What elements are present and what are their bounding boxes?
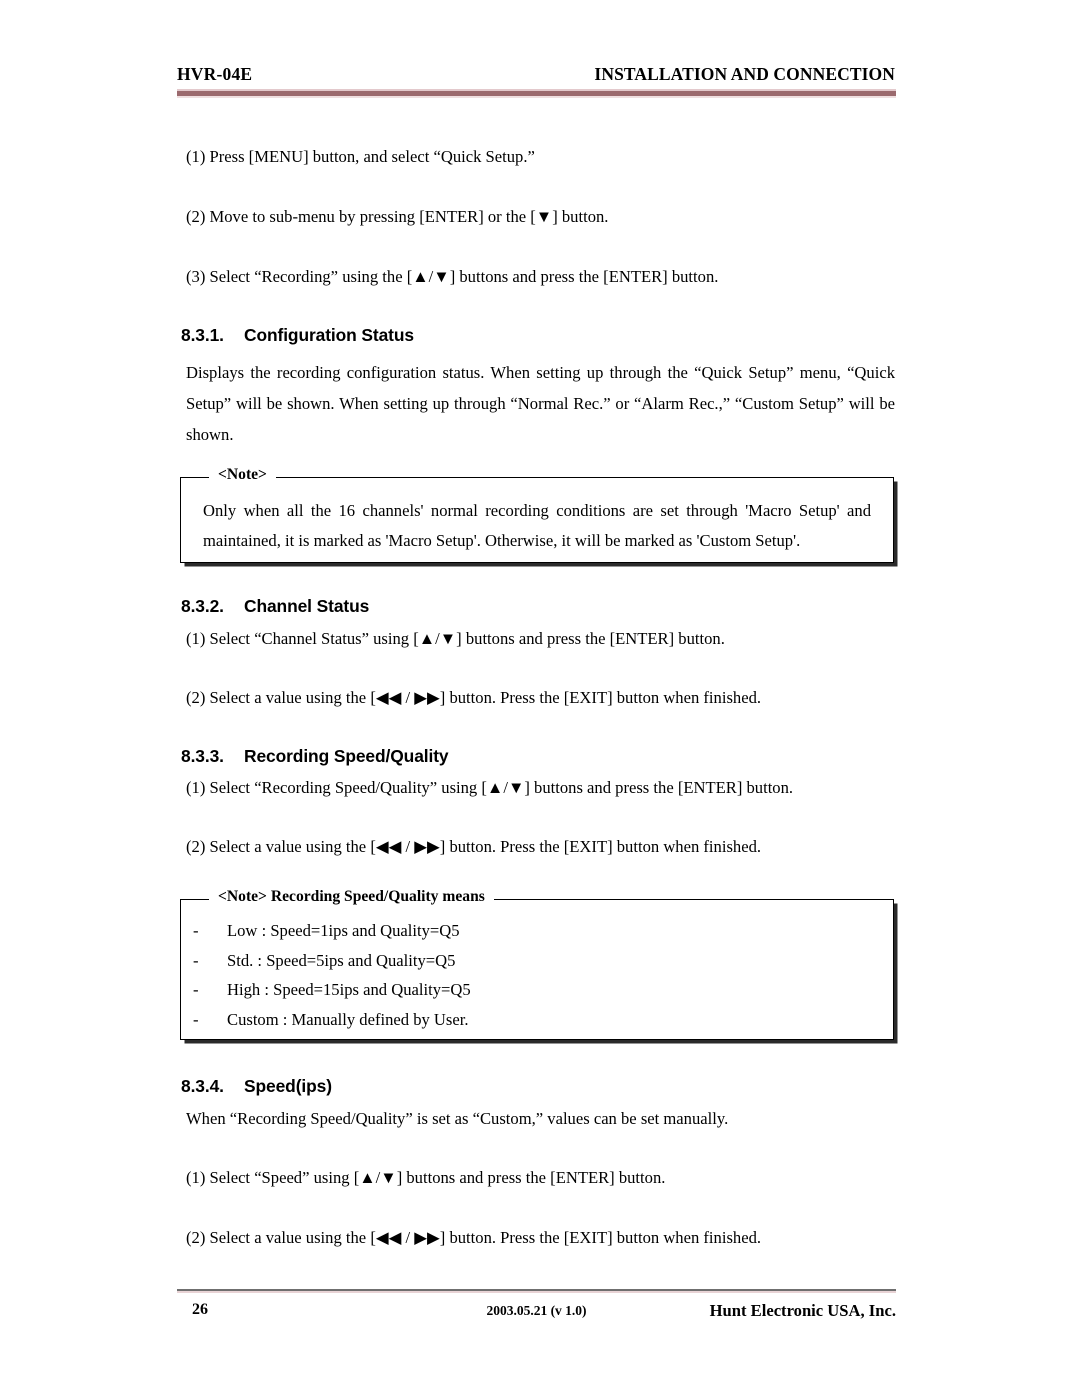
intro-step-1: (1) Press [MENU] button, and select “Qui…: [186, 147, 535, 166]
section-8-3-2-step-1: (1) Select “Channel Status” using [▲/▼] …: [186, 629, 725, 648]
section-8-3-3-step-1: (1) Select “Recording Speed/Quality” usi…: [186, 778, 794, 797]
section-8-3-4-step-2: (2) Select a value using the [◀◀ / ▶▶] b…: [186, 1228, 762, 1247]
page-header: HVR-04E INSTALLATION AND CONNECTION: [177, 64, 895, 85]
note-box-2-item-label: Std. : Speed=5ips and Quality=Q5: [227, 950, 456, 970]
note-box-2-item: - High : Speed=15ips and Quality=Q5: [193, 975, 871, 1005]
section-number-8-3-4: 8.3.4.: [181, 1076, 224, 1096]
section-title-8-3-4: Speed(ips): [244, 1076, 332, 1096]
note-box-2-item-label: Custom : Manually defined by User.: [227, 1009, 469, 1029]
section-8-3-3-step-2: (2) Select a value using the [◀◀ / ▶▶] b…: [186, 837, 762, 856]
note-box-2-item: - Std. : Speed=5ips and Quality=Q5: [193, 946, 871, 976]
note-box-2-item: - Low : Speed=1ips and Quality=Q5: [193, 916, 871, 946]
note-box-1-legend: <Note>: [209, 466, 276, 484]
section-8-3-4-body: When “Recording Speed/Quality” is set as…: [186, 1109, 729, 1128]
section-heading-8-3-2: 8.3.2. Channel Status: [181, 596, 369, 617]
dash-bullet-icon: -: [193, 921, 199, 940]
section-title-8-3-1: Configuration Status: [244, 325, 414, 345]
page-footer: 26 2003.05.21 (v 1.0) Hunt Electronic US…: [177, 1301, 896, 1325]
footer-divider-rule: [177, 1289, 896, 1293]
section-8-3-2-step-2: (2) Select a value using the [◀◀ / ▶▶] b…: [186, 688, 762, 707]
intro-step-3: (3) Select “Recording” using the [▲/▼] b…: [186, 267, 719, 286]
note-box-2-list: - Low : Speed=1ips and Quality=Q5 - Std.…: [193, 916, 871, 1034]
footer-rule-accent: [177, 1290, 896, 1293]
section-number-8-3-1: 8.3.1.: [181, 325, 224, 345]
section-body-8-3-1: Displays the recording configuration sta…: [186, 363, 895, 444]
note-box-configuration-status: <Note> Only when all the 16 channels' no…: [180, 466, 894, 563]
dash-bullet-icon: -: [193, 950, 199, 970]
note-box-2-item: - Custom : Manually defined by User.: [193, 1005, 871, 1035]
intro-step-2: (2) Move to sub-menu by pressing [ENTER]…: [186, 207, 609, 226]
section-heading-8-3-3: 8.3.3. Recording Speed/Quality: [181, 746, 449, 767]
section-heading-8-3-4: 8.3.4. Speed(ips): [181, 1076, 332, 1097]
dash-bullet-icon: -: [193, 1009, 199, 1029]
note-box-2-legend: <Note> Recording Speed/Quality means: [209, 888, 494, 906]
note-box-2-item-label: High : Speed=15ips and Quality=Q5: [227, 980, 471, 999]
note-box-2-item-label: Low : Speed=1ips and Quality=Q5: [227, 921, 460, 940]
note-box-recording-speed-quality: <Note> Recording Speed/Quality means - L…: [180, 888, 894, 1040]
section-number-8-3-2: 8.3.2.: [181, 596, 224, 616]
section-8-3-4-step-1: (1) Select “Speed” using [▲/▼] buttons a…: [186, 1168, 666, 1187]
section-number-8-3-3: 8.3.3.: [181, 746, 224, 766]
document-page: HVR-04E INSTALLATION AND CONNECTION (1) …: [0, 0, 1080, 1397]
section-title-8-3-3: Recording Speed/Quality: [244, 746, 449, 766]
section-heading-8-3-1: 8.3.1. Configuration Status: [181, 325, 414, 346]
header-model-name: HVR-04E: [177, 64, 253, 84]
header-rule-shadow: [177, 96, 896, 98]
header-divider-rule: [177, 89, 896, 98]
note-box-1-body: Only when all the 16 channels' normal re…: [203, 501, 871, 550]
dash-bullet-icon: -: [193, 980, 199, 999]
section-title-8-3-2: Channel Status: [244, 596, 370, 616]
footer-company-name: Hunt Electronic USA, Inc.: [709, 1301, 896, 1320]
header-chapter-title: INSTALLATION AND CONNECTION: [594, 64, 895, 84]
